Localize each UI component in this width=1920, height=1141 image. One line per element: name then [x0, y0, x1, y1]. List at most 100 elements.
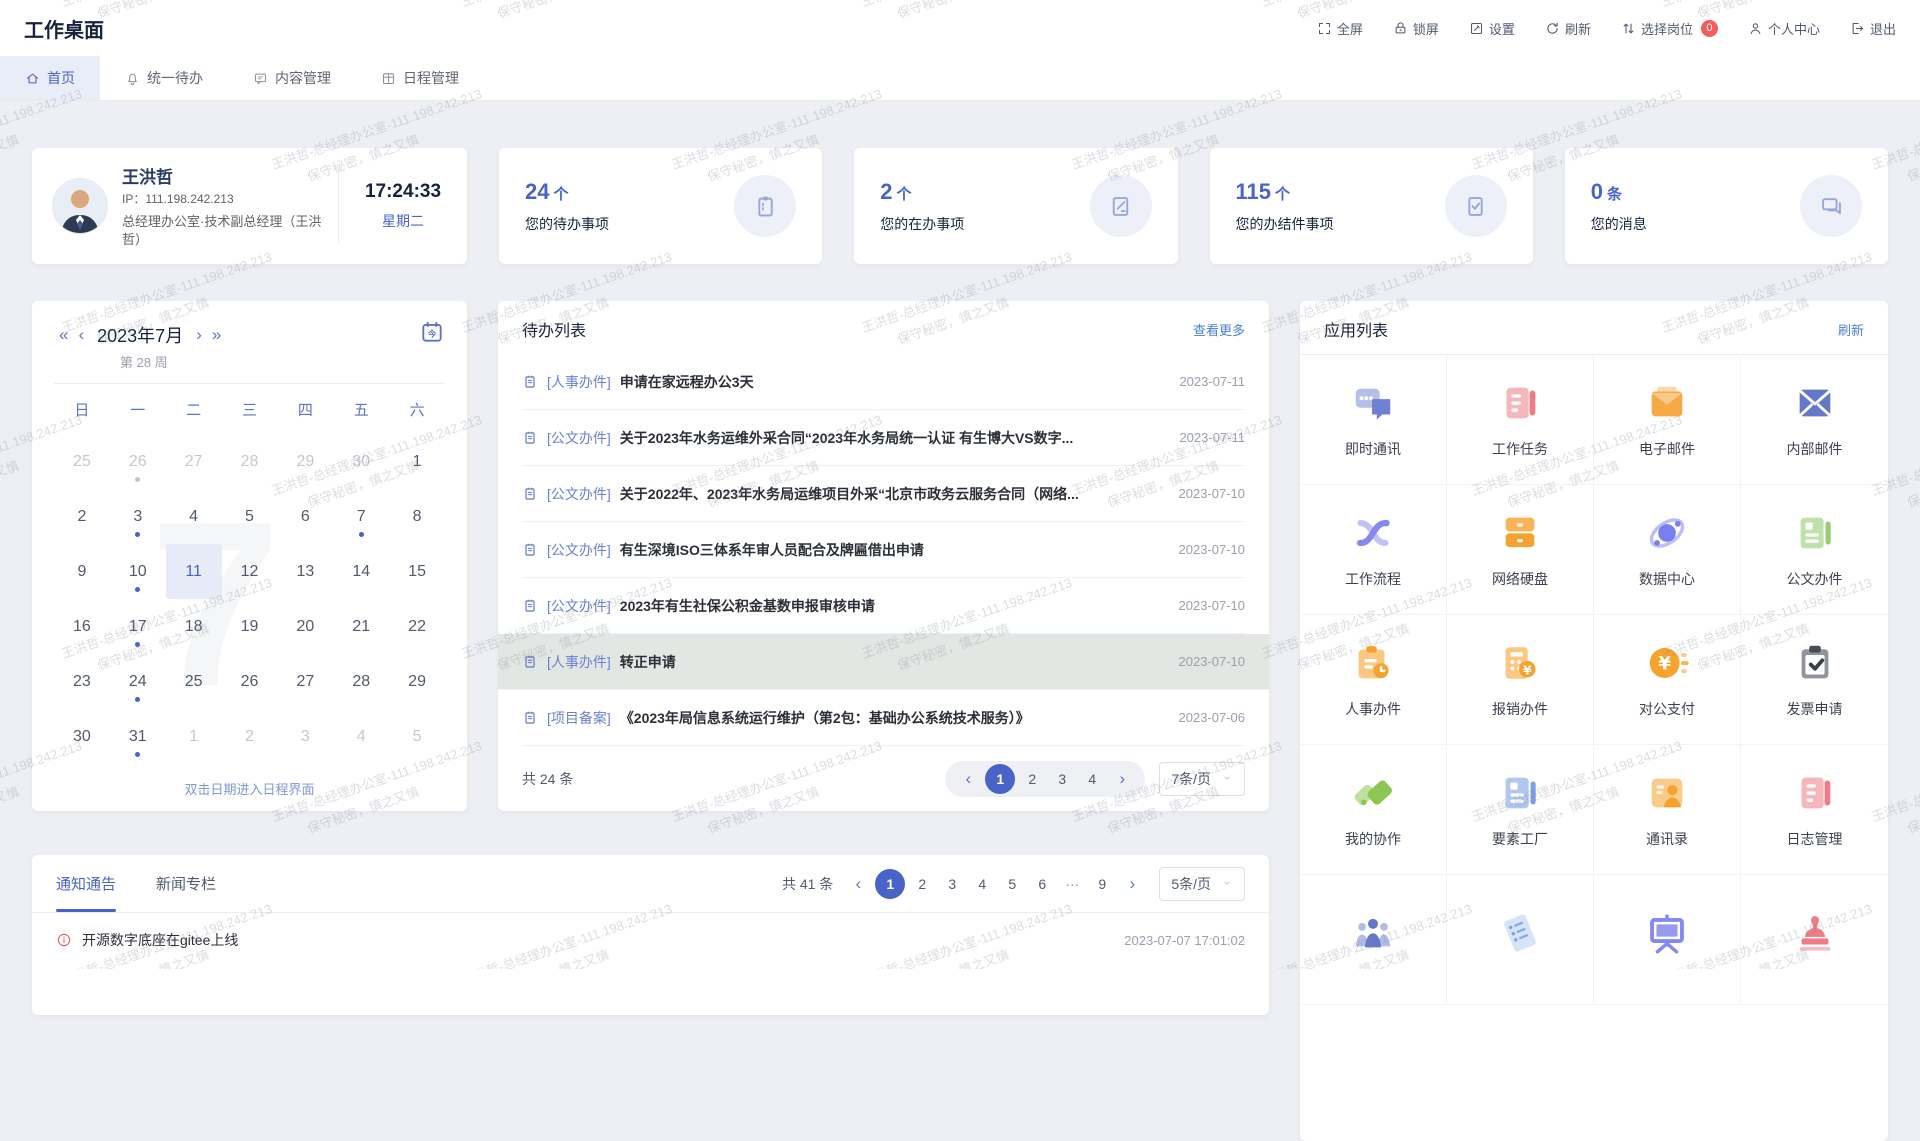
calendar-day[interactable]: 31	[110, 709, 166, 764]
calendar-day[interactable]: 10	[110, 544, 166, 599]
prev-year-button[interactable]: «	[54, 325, 73, 345]
notice-item[interactable]: 开源数字底座在gitee上线 2023-07-07 17:01:02	[56, 913, 1245, 967]
header-action-select-post[interactable]: 选择岗位0	[1621, 19, 1718, 38]
app-item-要素工厂[interactable]: 要素工厂	[1447, 745, 1594, 875]
calendar-day[interactable]: 25	[54, 434, 110, 489]
calendar-day[interactable]: 26	[222, 654, 278, 709]
calendar-day[interactable]: 11	[166, 544, 222, 599]
view-more-link[interactable]: 查看更多	[1193, 320, 1245, 339]
tab-home[interactable]: 首页	[0, 56, 100, 100]
calendar-day[interactable]: 18	[166, 599, 222, 654]
calendar-day[interactable]: 19	[222, 599, 278, 654]
page-button-9[interactable]: 9	[1089, 871, 1115, 897]
todo-page-size-select[interactable]: 7条/页	[1159, 762, 1245, 796]
calendar-day[interactable]: 2	[54, 489, 110, 544]
app-item-row5-17[interactable]	[1447, 875, 1594, 1005]
todo-item[interactable]: [人事办件]申请在家远程办公3天2023-07-11	[522, 354, 1245, 410]
calendar-day[interactable]: 17	[110, 599, 166, 654]
todo-item[interactable]: [公文办件]有生深境ISO三体系年审人员配合及牌匾借出申请2023-07-10	[522, 522, 1245, 578]
calendar-day[interactable]: 27	[277, 654, 333, 709]
calendar-day[interactable]: 22	[389, 599, 445, 654]
app-item-工作任务[interactable]: 工作任务	[1447, 355, 1594, 485]
calendar-day[interactable]: 15	[389, 544, 445, 599]
header-action-lock-screen[interactable]: 锁屏	[1393, 19, 1439, 38]
calendar-day[interactable]: 1	[166, 709, 222, 764]
header-action-refresh[interactable]: 刷新	[1545, 19, 1591, 38]
calendar-day[interactable]: 9	[54, 544, 110, 599]
calendar-day[interactable]: 28	[222, 434, 278, 489]
todo-item[interactable]: [公文办件]关于2022年、2023年水务局运维项目外采“北京市政务云服务合同（…	[522, 466, 1245, 522]
calendar-day[interactable]: 29	[389, 654, 445, 709]
next-page-button[interactable]: ›	[1119, 871, 1145, 897]
app-item-电子邮件[interactable]: 电子邮件	[1594, 355, 1741, 485]
calendar-day[interactable]: 27	[166, 434, 222, 489]
calendar-day[interactable]: 7	[333, 489, 389, 544]
app-item-人事办件[interactable]: 人事办件	[1300, 615, 1447, 745]
todo-item[interactable]: [项目备案]《2023年局信息系统运行维护（第2包：基础办公系统技术服务）》20…	[522, 690, 1245, 746]
calendar-day[interactable]: 23	[54, 654, 110, 709]
calendar-day[interactable]: 5	[222, 489, 278, 544]
tab-content-mgmt[interactable]: 内容管理	[228, 56, 356, 100]
calendar-day[interactable]: 6	[277, 489, 333, 544]
calendar-footer-hint[interactable]: 双击日期进入日程界面	[32, 779, 467, 798]
page-button-4[interactable]: 4	[969, 871, 995, 897]
app-item-row5-19[interactable]	[1741, 875, 1888, 1005]
notice-page-size-select[interactable]: 5条/页	[1159, 867, 1245, 901]
calendar-day[interactable]: 1	[389, 434, 445, 489]
tab-schedule-mgmt[interactable]: 日程管理	[356, 56, 484, 100]
todo-item[interactable]: [人事办件]转正申请2023-07-10	[498, 634, 1269, 690]
notice-tab-notices[interactable]: 通知通告	[56, 855, 116, 912]
calendar-day[interactable]: 5	[389, 709, 445, 764]
calendar-day[interactable]: 29	[277, 434, 333, 489]
next-year-button[interactable]: »	[207, 325, 226, 345]
prev-page-button[interactable]: ‹	[955, 766, 981, 792]
tab-unified-todo[interactable]: 统一待办	[100, 56, 228, 100]
page-button-3[interactable]: 3	[939, 871, 965, 897]
calendar-day[interactable]: 8	[389, 489, 445, 544]
app-item-日志管理[interactable]: 日志管理	[1741, 745, 1888, 875]
app-item-发票申请[interactable]: 发票申请	[1741, 615, 1888, 745]
todo-item[interactable]: [公文办件]关于2023年水务运维外采合同“2023年水务局统一认证 有生博大V…	[522, 410, 1245, 466]
page-button-2[interactable]: 2	[1019, 766, 1045, 792]
calendar-day[interactable]: 13	[277, 544, 333, 599]
app-item-网络硬盘[interactable]: 网络硬盘	[1447, 485, 1594, 615]
today-calendar-icon[interactable]: 今	[419, 319, 445, 350]
page-button-6[interactable]: 6	[1029, 871, 1055, 897]
app-item-报销办件[interactable]: ¥报销办件	[1447, 615, 1594, 745]
notice-tab-news[interactable]: 新闻专栏	[156, 855, 216, 912]
page-button-1[interactable]: 1	[985, 764, 1015, 794]
prev-page-button[interactable]: ‹	[845, 871, 871, 897]
calendar-day[interactable]: 12	[222, 544, 278, 599]
header-action-settings[interactable]: 设置	[1469, 19, 1515, 38]
calendar-day[interactable]: 24	[110, 654, 166, 709]
calendar-day[interactable]: 4	[166, 489, 222, 544]
next-page-button[interactable]: ›	[1109, 766, 1135, 792]
app-item-对公支付[interactable]: ¥对公支付	[1594, 615, 1741, 745]
app-item-工作流程[interactable]: 工作流程	[1300, 485, 1447, 615]
calendar-day[interactable]: 3	[277, 709, 333, 764]
calendar-day[interactable]: 14	[333, 544, 389, 599]
calendar-day[interactable]: 2	[222, 709, 278, 764]
todo-item[interactable]: [公文办件]2023年有生社保公积金基数申报审核申请2023-07-10	[522, 578, 1245, 634]
page-button-4[interactable]: 4	[1079, 766, 1105, 792]
calendar-day[interactable]: 26	[110, 434, 166, 489]
calendar-day[interactable]: 3	[110, 489, 166, 544]
next-month-button[interactable]: ›	[191, 325, 207, 345]
app-item-内部邮件[interactable]: 内部邮件	[1741, 355, 1888, 485]
calendar-day[interactable]: 16	[54, 599, 110, 654]
app-item-row5-16[interactable]	[1300, 875, 1447, 1005]
page-button-5[interactable]: 5	[999, 871, 1025, 897]
app-item-即时通讯[interactable]: 即时通讯	[1300, 355, 1447, 485]
calendar-day[interactable]: 20	[277, 599, 333, 654]
calendar-day[interactable]: 30	[54, 709, 110, 764]
page-button-3[interactable]: 3	[1049, 766, 1075, 792]
header-action-fullscreen[interactable]: 全屏	[1317, 19, 1363, 38]
page-button-1[interactable]: 1	[875, 869, 905, 899]
header-action-profile[interactable]: 个人中心	[1748, 19, 1820, 38]
header-action-logout[interactable]: 退出	[1850, 19, 1896, 38]
app-item-row5-18[interactable]	[1594, 875, 1741, 1005]
calendar-day[interactable]: 25	[166, 654, 222, 709]
calendar-day[interactable]: 30	[333, 434, 389, 489]
app-refresh-link[interactable]: 刷新	[1838, 320, 1864, 339]
app-item-我的协作[interactable]: 我的协作	[1300, 745, 1447, 875]
